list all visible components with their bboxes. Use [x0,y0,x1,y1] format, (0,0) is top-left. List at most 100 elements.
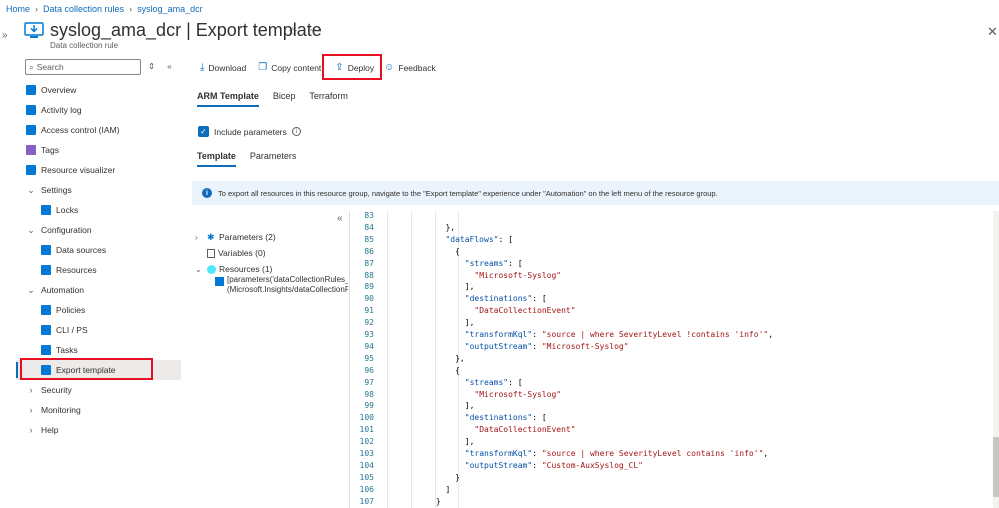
search-input[interactable]: ⌕ Search [25,59,141,75]
code-line: 83 [350,211,990,222]
chevron-right-icon: › [29,405,33,415]
sidebar-item-help[interactable]: › Help [16,420,181,440]
more-options-icon[interactable]: ··· [309,22,321,36]
download-button[interactable]: ⤓ Download [196,58,250,77]
sidebar-item-tags[interactable]: Tags [16,140,181,160]
sidebar-item-tasks[interactable]: Tasks [16,340,181,360]
sidebar-item-overview[interactable]: Overview [16,80,181,100]
chevron-right-icon: › [195,232,198,242]
breadcrumb-data-collection-rules[interactable]: Data collection rules [43,4,124,14]
code-text: "DataCollectionEvent" [474,306,576,316]
code-line: 98 "Microsoft-Syslog" [350,389,990,401]
code-text: "destinations": [ [465,412,547,424]
sidebar-item-label: Data sources [56,245,107,255]
json-key: "transformKql" [464,330,533,339]
code-text: } [435,496,441,506]
chevron-right-icon: › [29,425,33,435]
code-line: 100 "destinations": [ [350,412,990,424]
tab-terraform[interactable]: Terraform [309,91,348,107]
sidebar-item-settings[interactable]: ⌄ Settings [16,180,181,200]
info-icon[interactable]: i [291,127,301,136]
code-text: }, [445,222,456,232]
code-line: 96 { [350,365,990,377]
code-line: 89], [350,281,990,293]
code-text: } [455,472,460,482]
data-sources-icon [41,245,51,255]
parameters-icon: ✱ [207,231,215,242]
page-subtitle: Data collection rule [50,41,119,50]
favorite-star-icon[interactable]: ☆ [288,25,298,38]
sidebar-item-configuration[interactable]: ⌄ Configuration [16,220,181,240]
close-icon[interactable]: ✕ [987,24,998,40]
breadcrumb-home[interactable]: Home [6,4,30,14]
line-number: 94 [364,341,374,351]
sidebar-item-label: Monitoring [41,405,81,415]
sidebar-item-data-sources[interactable]: Data sources [16,240,181,260]
cli-icon [41,325,51,335]
sort-icon[interactable]: ⇕ [148,61,155,72]
code-line: 99], [350,400,990,412]
tree-item-variables[interactable]: Variables (0) [195,245,276,261]
sidebar-item-access-control-iam[interactable]: Access control (IAM) [16,120,181,140]
line-number: 91 [364,306,374,316]
code-text: "Microsoft-Syslog" [474,389,562,399]
sidebar-item-label: Resources [56,265,97,275]
policies-icon [41,305,51,315]
tree-item-resource[interactable]: [parameters('dataCollectionRules_s (Micr… [195,275,348,295]
sidebar-item-security[interactable]: › Security [16,380,181,400]
code-line: 93 "transformKql": "source | where Severi… [350,329,990,341]
include-parameters-checkbox[interactable]: ✓ [198,126,209,137]
sidebar-item-label: Security [41,385,72,395]
copy-content-button[interactable]: ❐ Copy content [254,58,325,77]
template-sub-tabs: Template Parameters [197,151,296,167]
code-line: 105} [350,472,990,484]
tab-parameters[interactable]: Parameters [250,151,297,167]
line-number: 96 [364,365,374,375]
code-line: 94 "outputStream": "Microsoft-Syslog" [350,341,990,353]
tab-bicep[interactable]: Bicep [273,91,296,107]
sidebar-item-monitoring[interactable]: › Monitoring [16,400,181,420]
sidebar-item-label: Settings [41,185,72,195]
sidebar-item-label: Tags [41,145,59,155]
deploy-highlight [322,54,382,80]
tree-item-parameters[interactable]: › ✱ Parameters (2) [195,229,276,245]
code-line: 103 "transformKql": "source | where Sever… [350,448,990,460]
code-text: "DataCollectionEvent" [474,425,576,435]
sidebar-item-automation[interactable]: ⌄ Automation [16,280,181,300]
breadcrumb-current[interactable]: syslog_ama_dcr [137,4,203,14]
json-punctuation: : [532,449,542,458]
copy-content-label: Copy content [271,62,322,73]
expand-menu-icon[interactable]: » [2,30,8,41]
sidebar-item-policies[interactable]: Policies [16,300,181,320]
sidebar-item-activity-log[interactable]: Activity log [16,100,181,120]
sidebar-item-cli-ps[interactable]: CLI / PS [16,320,181,340]
sidebar-item-resource-visualizer[interactable]: Resource visualizer [16,160,181,180]
sidebar-item-label: Resource visualizer [41,165,116,175]
json-string: "Custom-AuxSyslog_CL" [541,460,643,470]
line-number: 87 [364,258,374,268]
code-editor[interactable]: 83 84}, 85 "dataFlows": [86{87 "streams": [8… [349,211,999,508]
breadcrumb-separator-icon: › [35,4,39,14]
breadcrumb: Home › Data collection rules › syslog_am… [6,4,203,14]
tab-template[interactable]: Template [197,151,236,167]
line-number: 95 [364,353,374,363]
resource-name-line1: [parameters('dataCollectionRules_s [227,275,348,284]
chevron-down-icon: ⌄ [27,184,35,195]
resource-name-line2: (Microsoft.Insights/dataCollectionR [227,285,348,294]
collapse-tree-icon[interactable]: « [337,213,343,224]
sidebar-nav: Overview Activity log Access control (IAM)… [16,80,181,440]
code-text: ], [464,401,475,411]
sidebar-item-label: Policies [56,305,86,315]
line-number: 85 [364,234,374,244]
sidebar-item-locks[interactable]: Locks [16,200,181,220]
editor-scrollbar-thumb[interactable] [993,437,999,497]
json-key: "streams" [464,377,509,387]
collapse-sidebar-icon[interactable]: « [167,61,172,72]
json-key: "outputStream" [464,460,533,470]
chevron-down-icon: ⌄ [195,264,202,274]
sidebar-item-resources[interactable]: Resources [16,260,181,280]
overview-icon [26,85,36,95]
tab-arm-template[interactable]: ARM Template [197,91,259,107]
json-punctuation: : [532,330,542,339]
feedback-button[interactable]: ☺ Feedback [380,58,440,77]
